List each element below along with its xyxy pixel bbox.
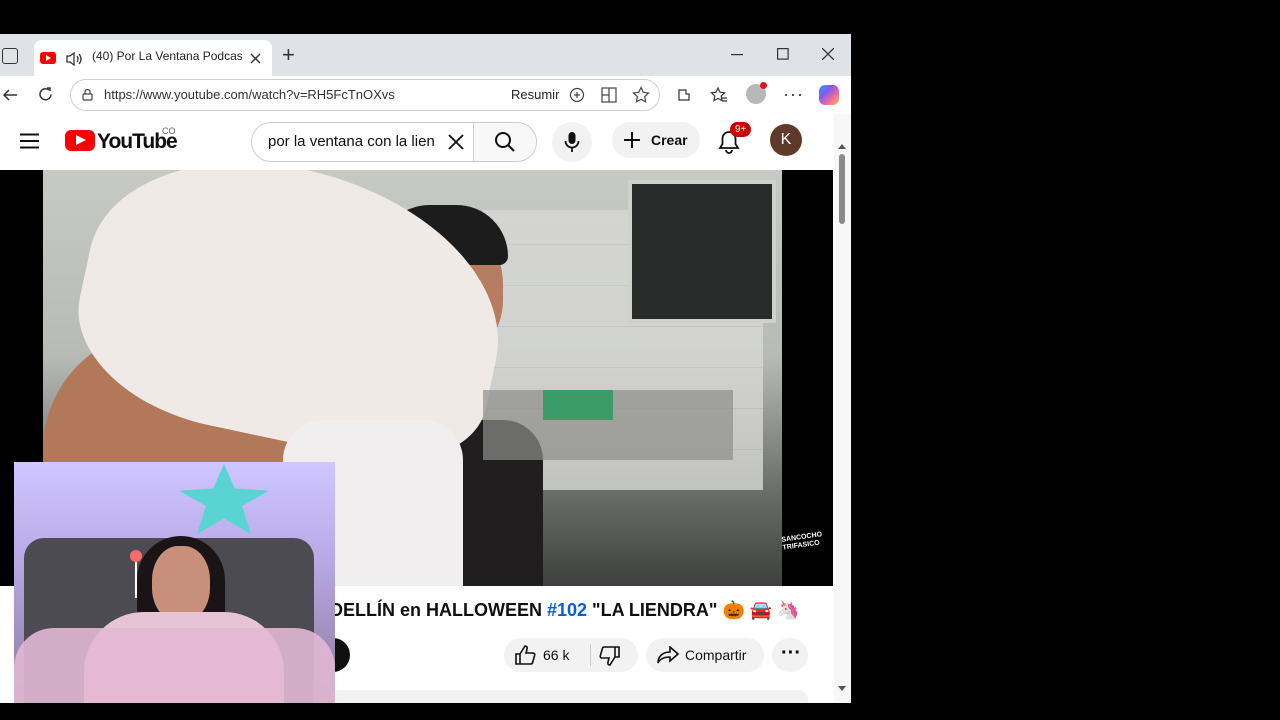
thumbs-up-icon (515, 645, 536, 665)
youtube-favicon-icon (40, 52, 56, 64)
back-icon[interactable] (2, 87, 18, 103)
share-label: Compartir (685, 647, 747, 663)
search-input[interactable]: por la ventana con la lien (268, 133, 446, 150)
hamburger-menu-icon[interactable] (20, 133, 39, 149)
like-count: 66 k (543, 647, 570, 663)
search-button[interactable] (473, 123, 536, 161)
webcam-overlay (14, 462, 335, 703)
title-hashtag-link[interactable]: #102 (547, 600, 587, 620)
like-button[interactable]: 66 k (504, 638, 590, 672)
read-aloud-icon[interactable] (569, 87, 585, 103)
summarize-button[interactable]: Resumir (511, 87, 559, 102)
video-title: DELLÍN en HALLOWEEN #102 "LA LIENDRA" 🎃 … (330, 600, 800, 621)
description-box[interactable] (330, 690, 808, 703)
notifications-badge: 9+ (730, 122, 752, 137)
speaker-icon[interactable] (65, 51, 83, 67)
extensions-icon[interactable] (676, 87, 692, 103)
tab-bar: (40) Por La Ventana Podcast + (0, 34, 851, 76)
profile-icon[interactable] (746, 82, 767, 104)
split-screen-icon[interactable] (601, 87, 617, 103)
address-toolbar: https://www.youtube.com/watch?v=RH5FcTnO… (0, 76, 851, 115)
thumbs-down-icon[interactable] (599, 646, 621, 666)
more-actions-button[interactable]: ··· (772, 638, 808, 672)
create-button[interactable]: Crear (612, 122, 700, 158)
address-bar[interactable]: https://www.youtube.com/watch?v=RH5FcTnO… (70, 79, 660, 111)
url-text: https://www.youtube.com/watch?v=RH5FcTnO… (104, 87, 395, 102)
scrollbar-thumb[interactable] (839, 154, 845, 224)
search-icon (495, 132, 515, 152)
share-arrow-icon (657, 646, 679, 664)
tab-actions-icon[interactable] (2, 48, 18, 64)
search-box[interactable]: por la ventana con la lien (251, 122, 537, 162)
voice-search-button[interactable] (552, 122, 592, 162)
tab-title: (40) Por La Ventana Podcast (92, 49, 242, 63)
copilot-icon[interactable] (819, 85, 839, 105)
share-button[interactable]: Compartir (646, 638, 764, 672)
site-info-icon[interactable] (81, 88, 94, 101)
title-suffix: "LA LIENDRA" 🎃 🚘 🦄 (587, 600, 800, 620)
scroll-down-arrow-icon[interactable] (838, 686, 846, 691)
tab-youtube[interactable]: (40) Por La Ventana Podcast (34, 40, 272, 76)
scroll-up-arrow-icon[interactable] (838, 144, 846, 149)
more-menu-icon[interactable]: ··· (783, 84, 804, 105)
channel-watermark: SANCOCHO TRIFASICO (781, 531, 823, 552)
like-dislike-group: 66 k (504, 638, 638, 672)
youtube-logo-icon[interactable] (65, 130, 95, 151)
new-tab-button[interactable]: + (282, 42, 295, 68)
account-avatar[interactable]: K (770, 124, 802, 156)
title-prefix: DELLÍN en HALLOWEEN (330, 600, 547, 620)
favorite-star-icon[interactable] (632, 86, 650, 104)
more-dots-icon: ··· (781, 642, 801, 664)
create-label: Crear (651, 132, 688, 148)
maximize-icon[interactable] (777, 48, 789, 60)
page-scrollbar[interactable] (834, 114, 851, 703)
lollipop (130, 550, 142, 562)
minimize-icon[interactable] (731, 54, 743, 56)
close-tab-icon[interactable] (250, 53, 261, 64)
person-face (152, 546, 210, 622)
plus-icon (624, 132, 640, 148)
microphone-icon (564, 132, 580, 152)
refresh-icon[interactable] (37, 86, 54, 103)
country-code: CO (162, 126, 176, 136)
legs-blanket (14, 628, 335, 703)
favorites-icon[interactable] (710, 86, 728, 104)
clear-search-icon[interactable] (448, 134, 464, 150)
close-window-icon[interactable] (822, 48, 834, 60)
youtube-header: YouTube CO por la ventana con la lien Cr… (0, 114, 834, 170)
star-plush (179, 464, 269, 534)
